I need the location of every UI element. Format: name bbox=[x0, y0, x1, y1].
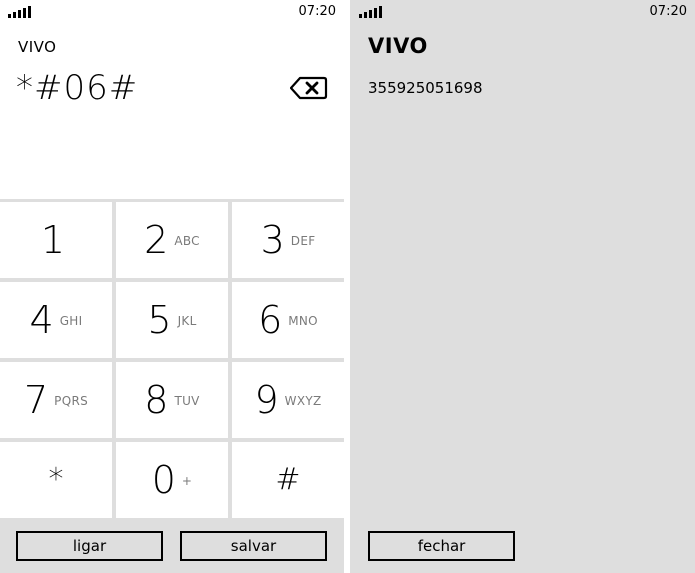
key-hash[interactable]: # bbox=[232, 442, 344, 518]
key-digit: 2 bbox=[144, 218, 169, 262]
key-letters: JKL bbox=[177, 314, 197, 328]
key-letters: WXYZ bbox=[284, 394, 322, 408]
key-letters: PQRS bbox=[54, 394, 89, 408]
key-letters: + bbox=[181, 474, 193, 488]
key-5[interactable]: 5 JKL bbox=[116, 282, 228, 358]
status-time: 07:20 bbox=[298, 4, 336, 19]
carrier-name: VIVO bbox=[18, 38, 57, 56]
key-4[interactable]: 4 GHI bbox=[0, 282, 112, 358]
key-letters: MNO bbox=[288, 314, 318, 328]
key-digit: 3 bbox=[260, 218, 285, 262]
key-7[interactable]: 7 PQRS bbox=[0, 362, 112, 438]
backspace-button[interactable] bbox=[289, 76, 328, 100]
key-star[interactable]: * bbox=[0, 442, 112, 518]
key-digit: 7 bbox=[23, 378, 49, 422]
backspace-icon bbox=[289, 76, 328, 100]
key-2[interactable]: 2 ABC bbox=[116, 202, 228, 278]
key-3[interactable]: 3 DEF bbox=[232, 202, 344, 278]
key-digit: # bbox=[275, 462, 301, 497]
key-8[interactable]: 8 TUV bbox=[116, 362, 228, 438]
key-digit: 0 bbox=[151, 458, 176, 502]
close-button[interactable]: fechar bbox=[368, 531, 515, 561]
status-time: 07:20 bbox=[649, 4, 687, 19]
screenshot-root: 07:20 VIVO *#06# 1 2 ABC 3 DEF 4 GHI 5 J… bbox=[0, 0, 695, 573]
key-digit: 8 bbox=[144, 378, 169, 422]
key-letters: TUV bbox=[174, 394, 200, 408]
signal-strength-icon bbox=[359, 6, 382, 18]
key-digit: * bbox=[48, 462, 64, 497]
imei-title: VIVO bbox=[368, 34, 428, 58]
key-1[interactable]: 1 bbox=[0, 202, 112, 278]
key-digit: 1 bbox=[40, 218, 66, 262]
key-letters: GHI bbox=[59, 314, 83, 328]
signal-strength-icon bbox=[8, 6, 31, 18]
key-0[interactable]: 0 + bbox=[116, 442, 228, 518]
keypad: 1 2 ABC 3 DEF 4 GHI 5 JKL 6 MNO 7 PQRS 8… bbox=[0, 199, 344, 521]
key-digit: 6 bbox=[258, 298, 283, 342]
key-digit: 9 bbox=[254, 378, 279, 422]
call-button[interactable]: ligar bbox=[16, 531, 163, 561]
dialer-screen: 07:20 VIVO *#06# 1 2 ABC 3 DEF 4 GHI 5 J… bbox=[0, 0, 344, 573]
key-digit: 4 bbox=[29, 298, 54, 342]
dialer-action-bar: ligar salvar bbox=[0, 521, 344, 573]
key-digit: 5 bbox=[147, 298, 172, 342]
key-letters: ABC bbox=[174, 234, 200, 248]
imei-value: 355925051698 bbox=[368, 79, 483, 97]
imei-screen: 07:20 VIVO 355925051698 fechar bbox=[350, 0, 695, 573]
key-9[interactable]: 9 WXYZ bbox=[232, 362, 344, 438]
save-button[interactable]: salvar bbox=[180, 531, 327, 561]
key-6[interactable]: 6 MNO bbox=[232, 282, 344, 358]
key-letters: DEF bbox=[290, 234, 316, 248]
dial-input[interactable]: *#06# bbox=[16, 68, 138, 108]
